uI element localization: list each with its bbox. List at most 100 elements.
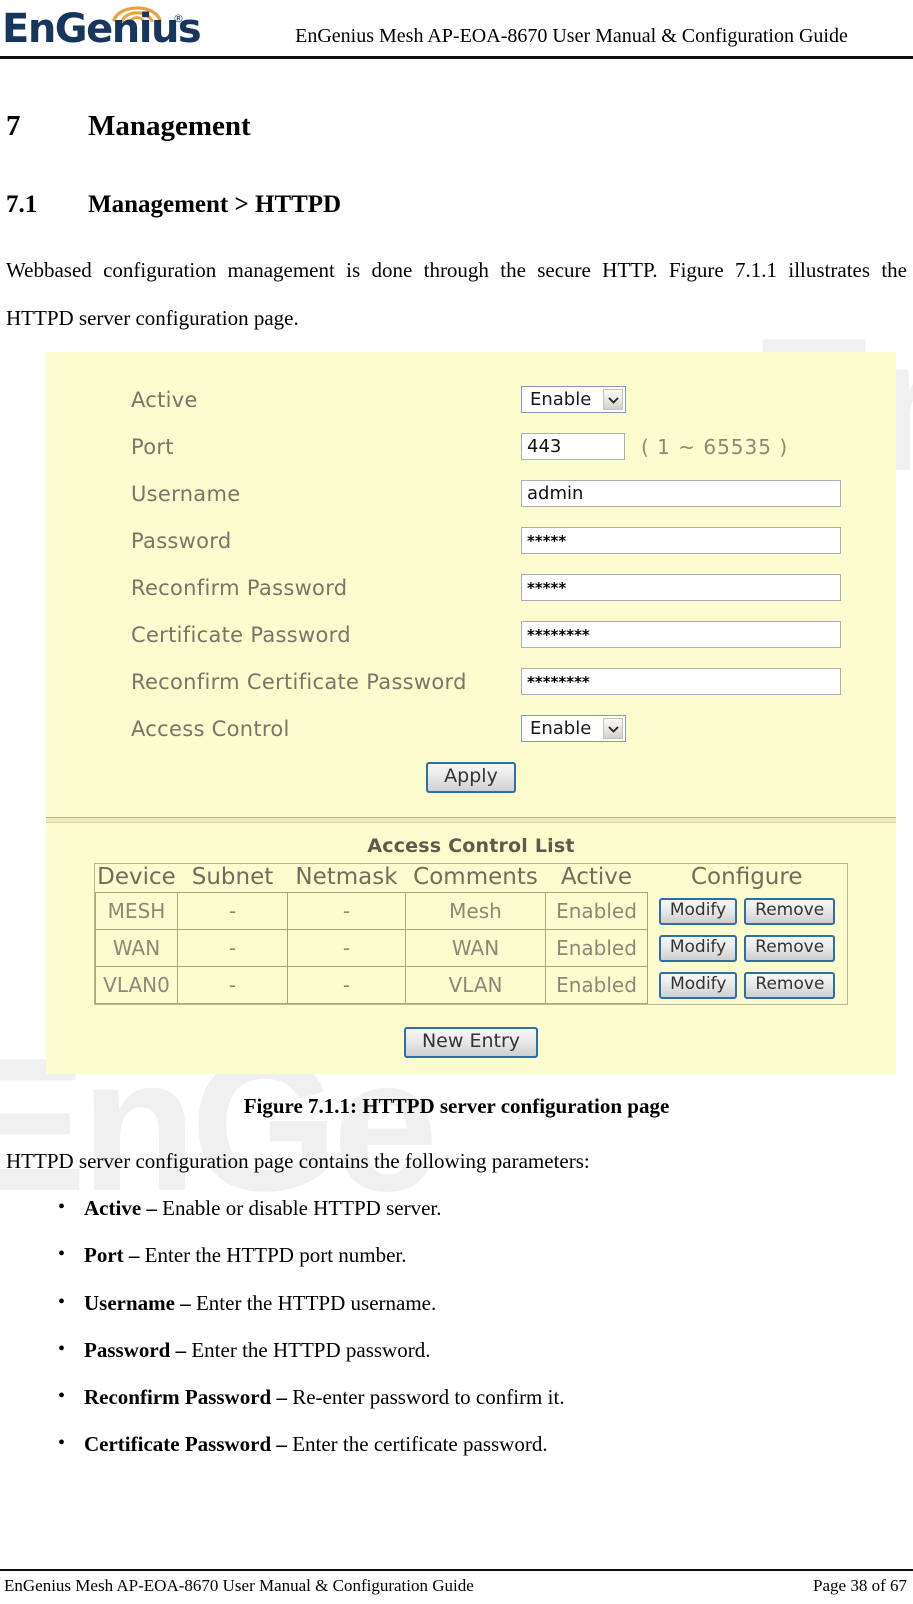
parameters-list: Active – Enable or disable HTTPD server.… [6, 1195, 907, 1457]
acl-cell-active: Enabled [545, 929, 648, 968]
port-range-hint: ( 1 ~ 65535 ) [641, 434, 789, 459]
label-access-control: Access Control [131, 716, 290, 741]
acl-cell-netmask: - [287, 929, 406, 968]
header-title: EnGenius Mesh AP-EOA-8670 User Manual & … [295, 25, 848, 47]
httpd-config-screenshot: Active Enable Port 443 ( 1 ~ 65535 ) Use… [46, 352, 896, 1075]
form-row-certificate-password: Certificate Password ******** [46, 611, 896, 658]
label-active: Active [131, 387, 198, 412]
page-footer: EnGenius Mesh AP-EOA-8670 User Manual & … [0, 1569, 913, 1596]
acl-cell-device: MESH [95, 892, 178, 931]
figure-caption: Figure 7.1.1: HTTPD server configuration… [243, 1094, 670, 1119]
acl-cell-configure: Modify Remove [647, 966, 847, 1004]
list-item: Active – Enable or disable HTTPD server. [6, 1195, 907, 1221]
acl-col-configure: Configure [647, 864, 847, 893]
param-desc: Enter the HTTPD port number. [139, 1243, 407, 1268]
list-item: Port – Enter the HTTPD port number. [6, 1242, 907, 1268]
param-desc: Re-enter password to confirm it. [286, 1385, 565, 1410]
reconfirm-password-input[interactable]: ***** [521, 574, 841, 602]
access-control-select[interactable]: Enable [521, 715, 627, 743]
port-input[interactable]: 443 [521, 433, 625, 461]
section-divider [46, 817, 896, 824]
section-title: Management [88, 110, 251, 142]
acl-cell-comments: Mesh [405, 892, 546, 931]
modify-button[interactable]: Modify [658, 934, 738, 962]
remove-button[interactable]: Remove [744, 934, 836, 962]
acl-col-subnet: Subnet [177, 864, 288, 893]
remove-button[interactable]: Remove [744, 897, 836, 925]
acl-col-comments: Comments [405, 864, 546, 893]
password-input[interactable]: ***** [521, 527, 841, 555]
param-term: Reconfirm Password – [84, 1385, 287, 1410]
acl-table-wrapper: Device Subnet Netmask Comments Active Co… [94, 863, 848, 1006]
param-desc: Enter the HTTPD password. [186, 1337, 431, 1362]
section-heading: 7 Management [6, 110, 907, 143]
acl-table: Device Subnet Netmask Comments Active Co… [95, 864, 847, 1005]
acl-cell-device: WAN [95, 929, 178, 968]
logo-wordmark: EnGenius [2, 6, 202, 52]
acl-cell-device: VLAN0 [95, 966, 178, 1005]
table-row: MESH - - Mesh Enabled Modify Remove [95, 892, 847, 931]
engenius-logo: EnGenius ® [0, 0, 210, 56]
param-term: Username – [84, 1290, 191, 1315]
form-row-username: Username admin [46, 470, 896, 517]
subsection-heading: 7.1 Management > HTTPD [6, 191, 907, 219]
list-item: Reconfirm Password – Re-enter password t… [6, 1384, 907, 1410]
logo-registered-mark: ® [173, 12, 184, 25]
label-password: Password [131, 528, 232, 553]
form-row-access-control: Access Control Enable [46, 705, 896, 752]
acl-cell-active: Enabled [545, 892, 648, 931]
acl-col-active: Active [545, 864, 648, 893]
username-input[interactable]: admin [521, 480, 841, 508]
param-desc: Enter the certificate password. [286, 1432, 548, 1457]
intro-paragraph: Webbased configuration management is don… [6, 258, 907, 331]
list-item: Password – Enter the HTTPD password. [6, 1337, 907, 1363]
acl-cell-active: Enabled [545, 966, 648, 1005]
modify-button[interactable]: Modify [658, 897, 738, 925]
table-row: VLAN0 - - VLAN Enabled Modify Remove [95, 966, 847, 1005]
form-row-active: Active Enable [46, 376, 896, 423]
apply-button[interactable]: Apply [426, 762, 516, 794]
label-reconfirm-certificate-password: Reconfirm Certificate Password [131, 669, 467, 694]
param-desc: Enable or disable HTTPD server. [156, 1196, 442, 1221]
param-term: Password – [84, 1337, 187, 1362]
acl-cell-configure: Modify Remove [647, 892, 847, 930]
access-control-select-value: Enable [530, 718, 592, 740]
active-select[interactable]: Enable [521, 386, 627, 414]
reconfirm-certificate-password-input[interactable]: ******** [521, 668, 841, 696]
subsection-title: Management > HTTPD [88, 190, 342, 218]
page-header: EnGenius ® EnGenius Mesh AP-EOA-8670 Use… [0, 0, 913, 59]
active-select-value: Enable [530, 389, 592, 411]
acl-cell-comments: VLAN [405, 966, 546, 1005]
subsection-number: 7.1 [6, 190, 38, 218]
page-content: 7 Management 7.1 Management > HTTPD Webbas… [0, 110, 913, 1457]
httpd-form: Active Enable Port 443 ( 1 ~ 65535 ) Use… [46, 352, 896, 813]
acl-col-device: Device [95, 864, 178, 893]
acl-cell-subnet: - [177, 929, 288, 968]
footer-document-title: EnGenius Mesh AP-EOA-8670 User Manual & … [4, 1576, 474, 1595]
chevron-down-icon[interactable] [603, 389, 624, 411]
param-desc: Enter the HTTPD username. [190, 1290, 437, 1315]
acl-cell-comments: WAN [405, 929, 546, 968]
acl-cell-subnet: - [177, 966, 288, 1005]
acl-cell-configure: Modify Remove [647, 929, 847, 967]
label-port: Port [131, 434, 174, 459]
acl-col-netmask: Netmask [287, 864, 406, 893]
acl-cell-netmask: - [287, 966, 406, 1005]
label-reconfirm-password: Reconfirm Password [131, 575, 348, 600]
form-row-port: Port 443 ( 1 ~ 65535 ) [46, 423, 896, 470]
footer-page-number: Page 38 of 67 [813, 1576, 907, 1595]
modify-button[interactable]: Modify [659, 971, 738, 999]
new-entry-button[interactable]: New Entry [403, 1027, 539, 1059]
list-item: Certificate Password – Enter the certifi… [6, 1431, 907, 1457]
label-username: Username [131, 481, 241, 506]
label-certificate-password: Certificate Password [131, 622, 351, 647]
form-row-password: Password ***** [46, 517, 896, 564]
table-row: WAN - - WAN Enabled Modify Remove [95, 929, 847, 968]
list-item: Username – Enter the HTTPD username. [6, 1290, 907, 1316]
param-term: Certificate Password – [84, 1432, 287, 1457]
chevron-down-icon[interactable] [603, 718, 624, 740]
param-term: Port – [84, 1243, 140, 1268]
form-row-reconfirm-certificate-password: Reconfirm Certificate Password ******** [46, 658, 896, 705]
remove-button[interactable]: Remove [744, 971, 836, 999]
certificate-password-input[interactable]: ******** [521, 621, 841, 649]
